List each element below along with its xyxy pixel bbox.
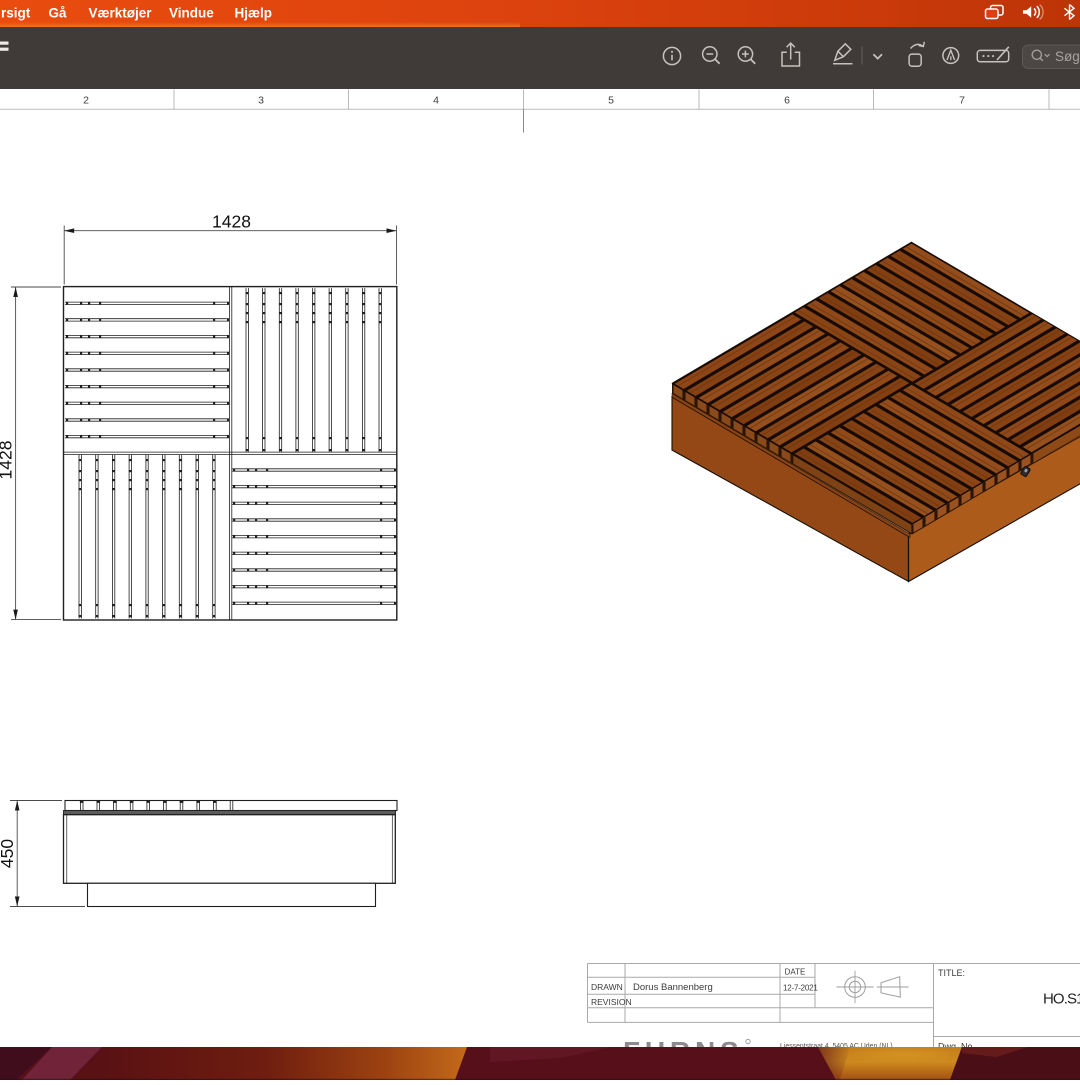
svg-text:4: 4: [433, 95, 439, 107]
svg-text:12-7-2021: 12-7-2021: [783, 983, 818, 992]
svg-text:1428: 1428: [212, 212, 251, 232]
svg-text:TITLE:: TITLE:: [938, 968, 965, 978]
svg-text:6: 6: [784, 95, 790, 107]
svg-text:450: 450: [0, 839, 17, 868]
svg-text:5: 5: [608, 95, 614, 107]
svg-text:HO.S1428: HO.S1428: [1043, 991, 1080, 1008]
svg-text:DRAWN: DRAWN: [591, 982, 623, 992]
svg-text:Dorus Bannenberg: Dorus Bannenberg: [633, 982, 713, 993]
svg-text:7: 7: [959, 95, 965, 107]
svg-text:3: 3: [258, 95, 264, 107]
svg-text:2: 2: [83, 95, 89, 107]
svg-text:REVISION: REVISION: [591, 997, 632, 1007]
svg-text:1428: 1428: [0, 441, 16, 480]
svg-text:DATE: DATE: [785, 968, 806, 977]
